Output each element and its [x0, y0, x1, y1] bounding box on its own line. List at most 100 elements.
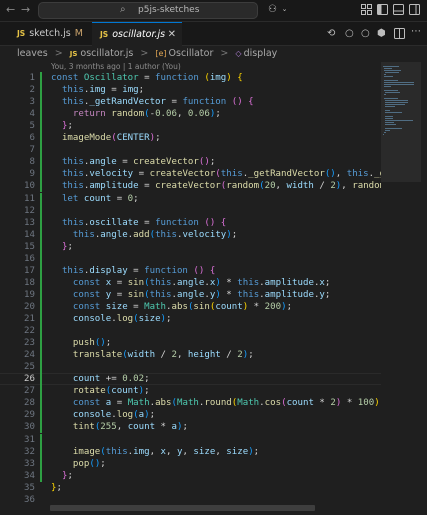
code-text[interactable]: };: [51, 241, 73, 253]
breadcrumb-class[interactable]: Oscillator: [169, 48, 214, 59]
code-text[interactable]: rotate(count);: [51, 385, 150, 397]
git-added-marker[interactable]: [40, 96, 42, 109]
git-added-marker[interactable]: [40, 445, 42, 458]
customize-layout-icon[interactable]: [361, 4, 372, 15]
back-arrow-icon[interactable]: ←: [6, 3, 15, 16]
git-added-marker[interactable]: [40, 313, 42, 325]
code-line[interactable]: 16: [0, 252, 381, 265]
code-text[interactable]: this.oscillate = function () {: [51, 217, 226, 229]
git-added-marker[interactable]: [40, 349, 42, 362]
git-added-marker[interactable]: [40, 469, 42, 482]
code-text[interactable]: };: [51, 470, 73, 482]
code-line[interactable]: 14 this.angle.add(this.velocity);: [0, 228, 381, 241]
code-line[interactable]: 18 const x = sin(this.angle.x) * this.am…: [0, 276, 381, 289]
git-added-marker[interactable]: [40, 180, 42, 193]
git-added-marker[interactable]: [40, 337, 42, 350]
git-added-marker[interactable]: [40, 108, 42, 121]
toggle-secondary-sidebar-icon[interactable]: [409, 4, 420, 15]
code-line[interactable]: 17 this.display = function () {: [0, 264, 381, 277]
code-text[interactable]: let count = 0;: [51, 193, 139, 205]
code-line[interactable]: 30 tint(255, count * a);: [0, 421, 381, 434]
git-added-marker[interactable]: [40, 192, 42, 205]
tab-sketch-js[interactable]: JS sketch.js M: [0, 22, 90, 46]
git-added-marker[interactable]: [40, 72, 42, 84]
breadcrumb-method[interactable]: display: [244, 48, 278, 59]
code-line[interactable]: 27 rotate(count);: [0, 385, 381, 398]
code-line[interactable]: 3 this._getRandVector = function () {: [0, 96, 381, 109]
code-text[interactable]: this.angle = createVector();: [51, 156, 215, 168]
git-added-marker[interactable]: [40, 397, 42, 410]
code-text[interactable]: console.log(a);: [51, 409, 155, 421]
git-added-marker[interactable]: [40, 132, 42, 145]
minimap[interactable]: [381, 62, 427, 515]
code-line[interactable]: 34 };: [0, 469, 381, 482]
code-line[interactable]: 26 count += 0.02;: [0, 373, 381, 386]
code-text[interactable]: this.angle.add(this.velocity);: [51, 229, 237, 241]
code-line[interactable]: 20 const size = Math.abs(sin(count) * 20…: [0, 300, 381, 313]
code-text[interactable]: imageMode(CENTER);: [51, 132, 161, 144]
code-text[interactable]: console.log(size);: [51, 313, 172, 325]
code-line[interactable]: 9 this.velocity = createVector(this._get…: [0, 168, 381, 181]
code-text[interactable]: };: [51, 482, 62, 494]
code-line[interactable]: 12: [0, 204, 381, 217]
command-center-search[interactable]: ⌕ p5js-sketches: [38, 2, 258, 19]
git-added-marker[interactable]: [40, 276, 42, 289]
code-line[interactable]: 25: [0, 361, 381, 374]
code-line[interactable]: 15 };: [0, 240, 381, 253]
breadcrumb-folder[interactable]: leaves: [17, 48, 48, 59]
code-text[interactable]: };: [51, 120, 73, 132]
code-text[interactable]: this.img = img;: [51, 84, 144, 96]
code-area[interactable]: 1 const Oscillator = function (img) {2 th…: [0, 72, 381, 512]
code-editor[interactable]: You, 3 months ago | 1 author (You) 1 cons…: [0, 62, 427, 515]
code-line[interactable]: 29 console.log(a);: [0, 409, 381, 422]
code-line[interactable]: 8 this.angle = createVector();: [0, 156, 381, 169]
code-text[interactable]: const Oscillator = function (img) {: [51, 72, 243, 84]
git-added-marker[interactable]: [40, 240, 42, 253]
git-added-marker[interactable]: [40, 325, 42, 338]
code-text[interactable]: push();: [51, 337, 111, 349]
copilot-menu-chevron-icon[interactable]: ⌄: [279, 4, 290, 15]
git-compare-icon[interactable]: ⟲: [327, 28, 335, 39]
code-text[interactable]: tint(255, count * a);: [51, 421, 188, 433]
git-added-marker[interactable]: [40, 409, 42, 422]
code-line[interactable]: 13 this.oscillate = function () {: [0, 216, 381, 229]
git-added-marker[interactable]: [40, 457, 42, 470]
git-added-marker[interactable]: [40, 216, 42, 229]
toggle-panel-icon[interactable]: [393, 4, 404, 15]
toggle-primary-sidebar-icon[interactable]: [377, 4, 388, 15]
code-text[interactable]: const x = sin(this.angle.x) * this.ampli…: [51, 277, 330, 289]
git-added-marker[interactable]: [40, 168, 42, 181]
git-added-marker[interactable]: [40, 264, 42, 277]
code-line[interactable]: 28 const a = Math.abs(Math.round(Math.co…: [0, 397, 381, 410]
code-line[interactable]: 33 pop();: [0, 457, 381, 470]
git-added-marker[interactable]: [40, 373, 42, 386]
run-debug-icon[interactable]: ⬢: [377, 28, 386, 39]
code-text[interactable]: const a = Math.abs(Math.round(Math.cos(c…: [51, 397, 381, 409]
code-line[interactable]: 2 this.img = img;: [0, 84, 381, 97]
code-text[interactable]: this.amplitude = createVector(random(20,…: [51, 180, 381, 192]
git-added-marker[interactable]: [40, 84, 42, 97]
git-added-marker[interactable]: [40, 385, 42, 398]
breadcrumb-file[interactable]: oscillator.js: [80, 48, 133, 59]
code-line[interactable]: 22: [0, 325, 381, 338]
git-added-marker[interactable]: [40, 156, 42, 169]
code-line[interactable]: 10 this.amplitude = createVector(random(…: [0, 180, 381, 193]
code-text[interactable]: pop();: [51, 458, 106, 470]
code-line[interactable]: 6 imageMode(CENTER);: [0, 132, 381, 145]
code-text[interactable]: image(this.img, x, y, size, size);: [51, 446, 259, 458]
horizontal-scrollbar[interactable]: [50, 505, 315, 511]
code-line[interactable]: 32 image(this.img, x, y, size, size);: [0, 445, 381, 458]
code-text[interactable]: count += 0.02;: [51, 373, 150, 385]
forward-arrow-icon[interactable]: →: [21, 3, 30, 16]
next-change-icon[interactable]: ○: [361, 28, 370, 39]
code-text[interactable]: const y = sin(this.angle.y) * this.ampli…: [51, 289, 330, 301]
previous-change-icon[interactable]: ○: [345, 28, 354, 39]
code-line[interactable]: 36: [0, 494, 381, 506]
code-text[interactable]: this._getRandVector = function () {: [51, 96, 254, 108]
code-line[interactable]: 4 return random(-0.06, 0.06);: [0, 108, 381, 121]
code-line[interactable]: 19 const y = sin(this.angle.y) * this.am…: [0, 288, 381, 301]
git-added-marker[interactable]: [40, 228, 42, 241]
git-added-marker[interactable]: [40, 144, 42, 157]
code-line[interactable]: 11 let count = 0;: [0, 192, 381, 205]
tab-oscillator-js[interactable]: JS oscillator.js ✕: [92, 22, 182, 46]
